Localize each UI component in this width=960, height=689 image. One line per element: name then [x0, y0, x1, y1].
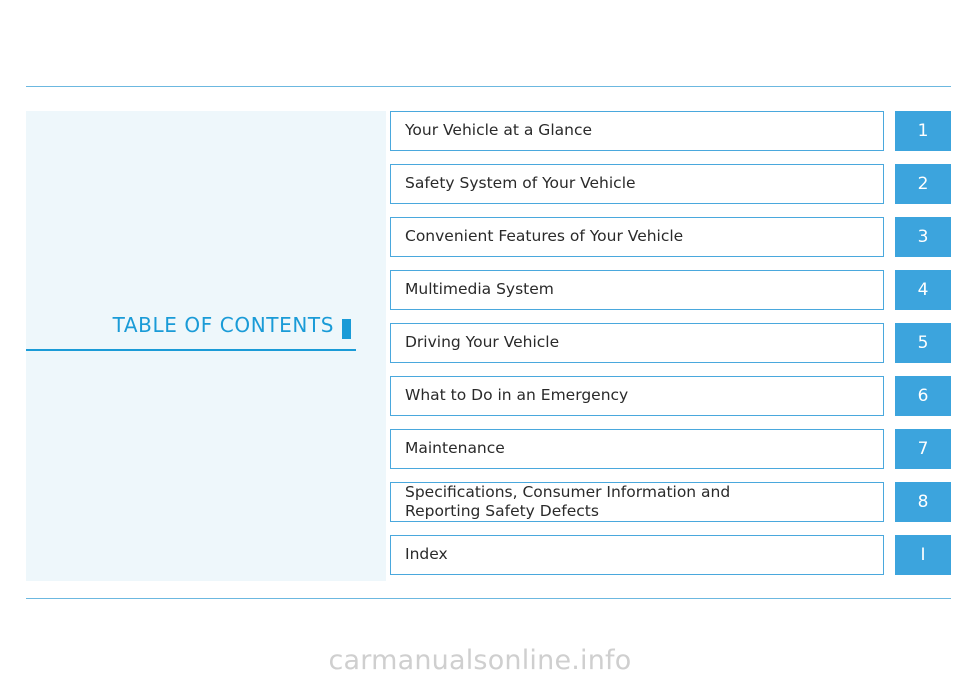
toc-entry-label[interactable]: Maintenance — [390, 429, 884, 469]
list-item[interactable]: Safety System of Your Vehicle 2 — [390, 164, 951, 204]
toc-entry-text: Multimedia System — [405, 280, 554, 299]
list-item[interactable]: Index I — [390, 535, 951, 575]
toc-entry-number[interactable]: 4 — [895, 270, 951, 310]
top-divider — [26, 86, 951, 87]
toc-entry-text: Maintenance — [405, 439, 505, 458]
toc-entry-label[interactable]: Safety System of Your Vehicle — [390, 164, 884, 204]
toc-page: TABLE OF CONTENTS Your Vehicle at a Glan… — [0, 0, 960, 689]
toc-entry-label[interactable]: Your Vehicle at a Glance — [390, 111, 884, 151]
toc-entry-number[interactable]: I — [895, 535, 951, 575]
toc-entry-text: Specifications, Consumer Information and — [405, 482, 731, 501]
title-accent-mark — [342, 319, 351, 339]
toc-entry-text: Convenient Features of Your Vehicle — [405, 227, 684, 246]
bottom-divider — [26, 598, 951, 599]
list-item[interactable]: Maintenance 7 — [390, 429, 951, 469]
toc-entry-number[interactable]: 7 — [895, 429, 951, 469]
list-item[interactable]: Specifications, Consumer Information and… — [390, 482, 951, 522]
toc-entry-text: Index — [405, 545, 448, 564]
toc-entry-label[interactable]: What to Do in an Emergency — [390, 376, 884, 416]
list-item[interactable]: Multimedia System 4 — [390, 270, 951, 310]
toc-entry-number[interactable]: 5 — [895, 323, 951, 363]
list-item[interactable]: Driving Your Vehicle 5 — [390, 323, 951, 363]
list-item[interactable]: Convenient Features of Your Vehicle 3 — [390, 217, 951, 257]
toc-entry-text: What to Do in an Emergency — [405, 386, 629, 405]
toc-entry-label[interactable]: Convenient Features of Your Vehicle — [390, 217, 884, 257]
toc-entry-text: Driving Your Vehicle — [405, 333, 560, 352]
toc-entry-label[interactable]: Driving Your Vehicle — [390, 323, 884, 363]
toc-entry-number[interactable]: 8 — [895, 482, 951, 522]
toc-entry-number[interactable]: 6 — [895, 376, 951, 416]
toc-list: Your Vehicle at a Glance 1 Safety System… — [390, 111, 951, 588]
toc-entry-number[interactable]: 3 — [895, 217, 951, 257]
title-underline — [26, 349, 356, 351]
toc-entry-label[interactable]: Index — [390, 535, 884, 575]
watermark: carmanualsonline.info — [328, 645, 632, 676]
toc-entry-label[interactable]: Multimedia System — [390, 270, 884, 310]
toc-title-block: TABLE OF CONTENTS — [26, 313, 356, 353]
list-item[interactable]: Your Vehicle at a Glance 1 — [390, 111, 951, 151]
toc-entry-text: Your Vehicle at a Glance — [405, 121, 592, 140]
list-item[interactable]: What to Do in an Emergency 6 — [390, 376, 951, 416]
page-title: TABLE OF CONTENTS — [112, 313, 334, 337]
toc-entry-text: Safety System of Your Vehicle — [405, 174, 636, 193]
toc-entry-text-line2: Reporting Safety Defects — [405, 502, 599, 520]
toc-entry-number[interactable]: 2 — [895, 164, 951, 204]
toc-entry-label[interactable]: Specifications, Consumer Information and… — [390, 482, 884, 522]
toc-entry-number[interactable]: 1 — [895, 111, 951, 151]
